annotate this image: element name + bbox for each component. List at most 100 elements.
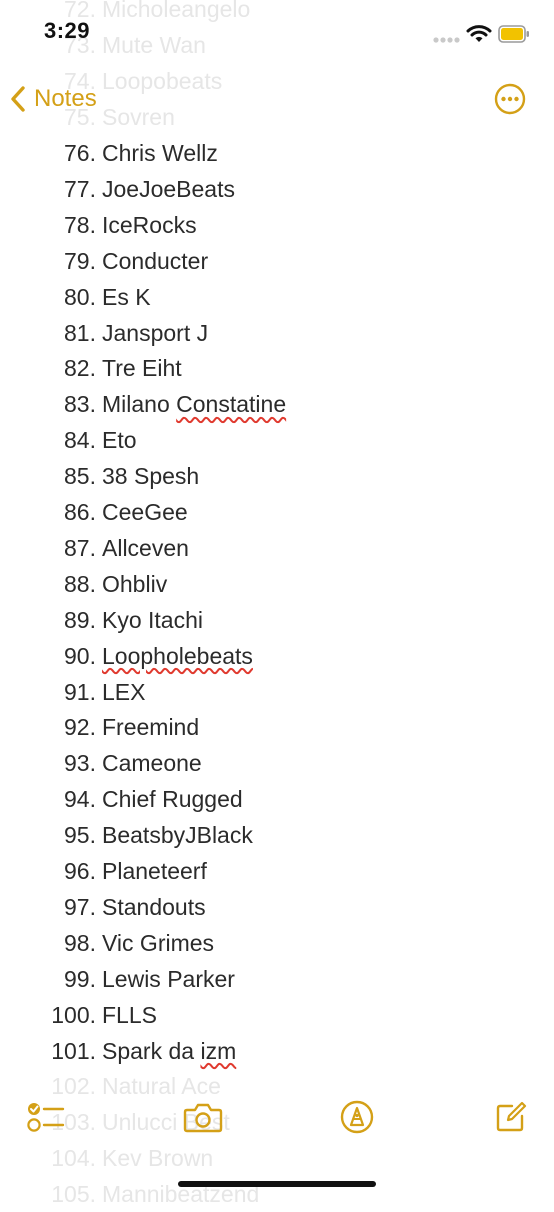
camera-icon[interactable] [183,1100,223,1134]
list-item[interactable]: 101. Spark da izm [0,1033,554,1069]
battery-icon [498,25,529,43]
list-item-number: 98. [64,929,96,956]
misspelled-word[interactable]: Loopholebeats [102,643,253,669]
list-item-number: 93. [64,750,96,777]
list-item[interactable]: 81. Jansport J [0,315,554,351]
list-item-text: Es K [102,283,151,310]
list-item-name: Spark da izm [102,1033,236,1069]
list-item[interactable]: 89. Kyo Itachi [0,602,554,638]
list-item[interactable]: 96. Planeteerf [0,853,554,889]
list-item[interactable]: 86. CeeGee [0,494,554,530]
misspelled-word[interactable]: Constatine [176,391,286,417]
list-item-number: 105. [51,1181,96,1208]
list-item-text: Eto [102,427,137,454]
list-item[interactable]: 79. Conducter [0,243,554,279]
list-item[interactable]: 78. IceRocks [0,207,554,243]
status-bar: 3:29 [0,0,554,70]
list-item-text: Allceven [102,534,189,561]
list-item-text: Spark da [102,1037,201,1064]
list-item-number: 82. [64,355,96,382]
list-item-number: 88. [64,570,96,597]
list-item-name: Milano Constatine [102,386,286,422]
list-item-number: 95. [64,822,96,849]
back-to-notes-button[interactable]: Notes [10,80,97,118]
list-item[interactable]: 92. Freemind [0,709,554,745]
list-item-number: 79. [64,247,96,274]
list-item-name: Sovren [102,99,175,135]
list-item-number: 101. [51,1037,96,1064]
cellular-signal-icon [433,37,460,43]
markup-pen-icon[interactable] [340,1100,374,1134]
list-item-number: 87. [64,534,96,561]
list-item[interactable]: 90. Loopholebeats [0,638,554,674]
list-item-name: FLLS [102,997,157,1033]
list-item-text: Ohbliv [102,570,168,597]
list-item[interactable]: 87. Allceven [0,530,554,566]
list-item-text: Chief Rugged [102,786,243,813]
list-item[interactable]: 98. Vic Grimes [0,925,554,961]
list-item[interactable]: 85. 38 Spesh [0,458,554,494]
list-item-number: 92. [64,714,96,741]
list-item-name: Conducter [102,243,208,279]
list-item-text: Sovren [102,104,175,131]
list-item-number: 89. [64,606,96,633]
list-item-name: CeeGee [102,494,188,530]
list-item-text: Milano [102,391,177,418]
list-item-number: 84. [64,427,96,454]
list-item-number: 100. [51,1001,96,1028]
list-item-name: BeatsbyJBlack [102,817,253,853]
list-item[interactable]: 77. JoeJoeBeats [0,171,554,207]
note-body[interactable]: 72. Micholeangelo 73. Mute Wan 74. Loopobeats… [0,0,554,1207]
list-item-number: 81. [64,319,96,346]
list-item[interactable]: 91. LEX [0,674,554,710]
list-item-number: 86. [64,499,96,525]
list-item[interactable]: 94. Chief Rugged [0,781,554,817]
list-item[interactable]: 84. Eto [0,422,554,458]
list-item-name: Tre Eiht [102,350,182,386]
list-item-text: CeeGee [102,499,188,525]
list-item-text: Freemind [102,714,200,741]
list-item-text: Conducter [102,247,209,274]
list-item-text: IceRocks [102,211,197,238]
list-item-text: FLLS [102,1001,157,1028]
list-item[interactable]: 97. Standouts [0,889,554,925]
list-item[interactable]: 99. Lewis Parker [0,961,554,997]
list-item-name: Es K [102,279,151,315]
chevron-left-icon [11,86,25,112]
list-item-name: Vic Grimes [102,925,214,961]
list-item-name: Loopholebeats [102,638,253,674]
list-item-name: Chris Wellz [102,135,218,171]
list-item[interactable]: 95. BeatsbyJBlack [0,817,554,853]
status-time: 3:29 [44,18,91,43]
misspelled-word[interactable]: izm [200,1038,236,1064]
list-item[interactable]: 83. Milano Constatine [0,386,554,422]
list-item-name: Cameone [102,745,202,781]
list-item[interactable]: 80. Es K [0,279,554,315]
compose-icon[interactable] [494,1100,528,1134]
list-item-number: 91. [64,678,96,705]
list-item[interactable]: 100. FLLS [0,997,554,1033]
list-item-number: 97. [64,893,96,920]
checklist-icon[interactable] [26,1100,66,1134]
list-item[interactable]: 76. Chris Wellz [0,135,554,171]
list-item[interactable]: 82. Tre Eiht [0,350,554,386]
more-options-icon[interactable] [494,83,526,115]
home-indicator [178,1181,376,1187]
list-item-text: Jansport J [102,319,209,346]
wifi-icon [466,25,492,42]
list-item-text: Tre Eiht [102,355,182,382]
list-item-name: Chief Rugged [102,781,243,817]
list-item-text: Cameone [102,750,202,777]
list-item-text: Standouts [102,893,206,920]
list-item-number: 83. [64,391,96,418]
list-item-name: IceRocks [102,207,197,243]
list-item-number: 85. [64,463,96,490]
list-item-text: Planeteerf [102,858,207,884]
list-item-name: Ohbliv [102,566,167,602]
list-item-name: Lewis Parker [102,961,235,997]
list-item-text: Lewis Parker [102,965,235,992]
list-item[interactable]: 88. Ohbliv [0,566,554,602]
list-item-name: Planeteerf [102,853,207,889]
list-item-text: Loopobeats [102,68,223,95]
list-item[interactable]: 93. Cameone [0,745,554,781]
